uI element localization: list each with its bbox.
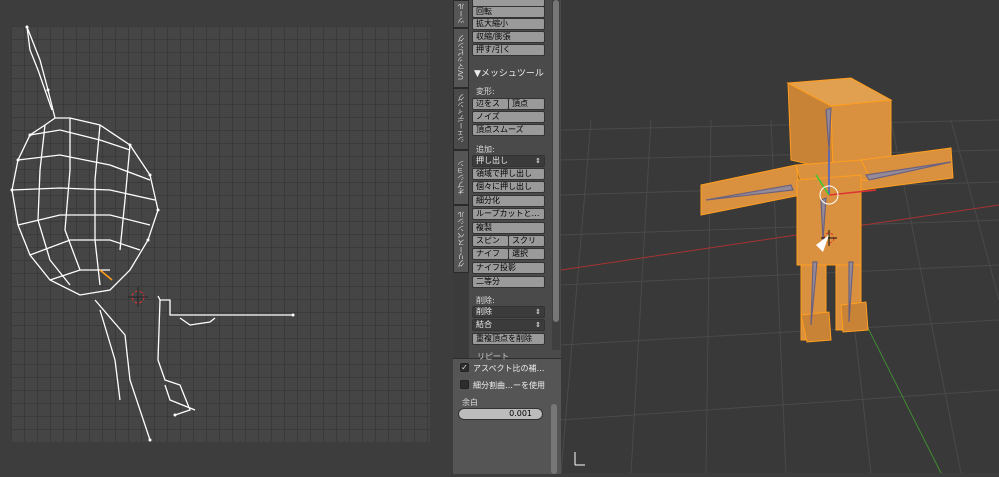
deform-label: 変形: — [476, 87, 495, 96]
duplicate-button[interactable]: 複製 — [472, 222, 545, 234]
noise-button[interactable]: ノイズ — [472, 111, 545, 123]
uv-editor[interactable] — [0, 0, 453, 473]
checkmark-icon: ✓ — [461, 363, 468, 372]
remove-doubles-button[interactable]: 重複頂点を削除 — [472, 333, 545, 345]
smooth-vertex-button[interactable]: 頂点スムーズ — [472, 124, 545, 136]
viewport-scene[interactable] — [560, 0, 999, 474]
push-pull-button[interactable]: 押す/引く — [472, 44, 545, 56]
extrude-individual-button[interactable]: 個々に押し出し — [472, 181, 545, 193]
add-label: 追加: — [476, 145, 495, 154]
tab-options[interactable]: オプション — [453, 150, 469, 205]
uv-island-head — [11, 26, 159, 296]
tab-uv-mapping[interactable]: UVマッピング — [453, 28, 469, 88]
extrude-select[interactable]: 押し出し ⇕ — [472, 155, 545, 167]
3d-viewport[interactable] — [560, 0, 999, 474]
dropdown-arrows-icon: ⇕ — [535, 308, 541, 316]
subsurf-checkbox[interactable] — [460, 380, 469, 389]
knife-button[interactable]: ナイフ — [472, 248, 509, 260]
tab-grease-pencil[interactable]: グリースペンシル — [453, 205, 469, 273]
x-axis-line — [560, 204, 999, 271]
aspect-checkbox[interactable]: ✓ — [460, 363, 469, 372]
uv-island-arm — [94, 299, 151, 441]
tool-shelf-scrollbar[interactable] — [552, 0, 560, 350]
remove-label: 削除: — [476, 296, 495, 305]
vertex-slide-button[interactable]: 頂点 — [508, 98, 545, 110]
aspect-label: アスペクト比の補… — [473, 364, 545, 373]
shrink-fatten-button[interactable]: 収縮/膨張 — [472, 31, 545, 43]
knife-select-button[interactable]: 選択 — [508, 248, 545, 260]
operator-panel: リピート ✓ アスペクト比の補… 細分割曲…ーを使用 余白 0.001 — [453, 352, 561, 474]
subsurf-label: 細分割曲…ーを使用 — [473, 381, 545, 390]
knife-project-button[interactable]: ナイフ投影 — [472, 262, 545, 274]
merge-select[interactable]: 結合 ⇕ — [472, 319, 545, 331]
mesh-tools-header[interactable]: ▼メッシュツール — [474, 66, 544, 79]
edge-slide-button[interactable]: 辺をス — [472, 98, 509, 110]
operator-panel-header[interactable]: リピート — [477, 351, 509, 362]
subdivide-button[interactable]: 細分化 — [472, 195, 545, 207]
delete-select[interactable]: 削除 ⇕ — [472, 306, 545, 318]
operator-panel-scroll-thumb[interactable] — [551, 404, 557, 474]
bisect-button[interactable]: 二等分 — [472, 276, 545, 288]
extrude-region-button[interactable]: 領域で押し出し — [472, 168, 545, 180]
axis-indicator-icon — [574, 452, 585, 466]
tool-shelf-scroll-thumb[interactable] — [553, 0, 559, 322]
tab-shading[interactable]: シェーディング — [453, 88, 469, 150]
tool-shelf: ツール UVマッピング シェーディング オプション グリースペンシル 回転 拡大… — [453, 0, 561, 474]
extrude-select-value: 押し出し — [476, 156, 508, 165]
tab-tools[interactable]: ツール — [453, 0, 469, 28]
merge-select-value: 結合 — [476, 320, 492, 329]
uv-islands[interactable] — [0, 0, 453, 473]
dropdown-arrows-icon: ⇕ — [535, 321, 541, 329]
loop-cut-button[interactable]: ループカットと… — [472, 208, 545, 220]
margin-field[interactable]: 0.001 — [458, 408, 543, 420]
rotate-button[interactable]: 回転 — [472, 6, 545, 18]
spin-button[interactable]: スピン — [472, 235, 509, 247]
screw-button[interactable]: スクリ — [508, 235, 545, 247]
margin-label: 余白 — [462, 398, 478, 407]
dropdown-arrows-icon: ⇕ — [535, 157, 541, 165]
scale-button[interactable]: 拡大縮小 — [472, 18, 545, 30]
delete-select-value: 削除 — [476, 307, 492, 316]
3d-cursor-icon — [128, 287, 148, 307]
